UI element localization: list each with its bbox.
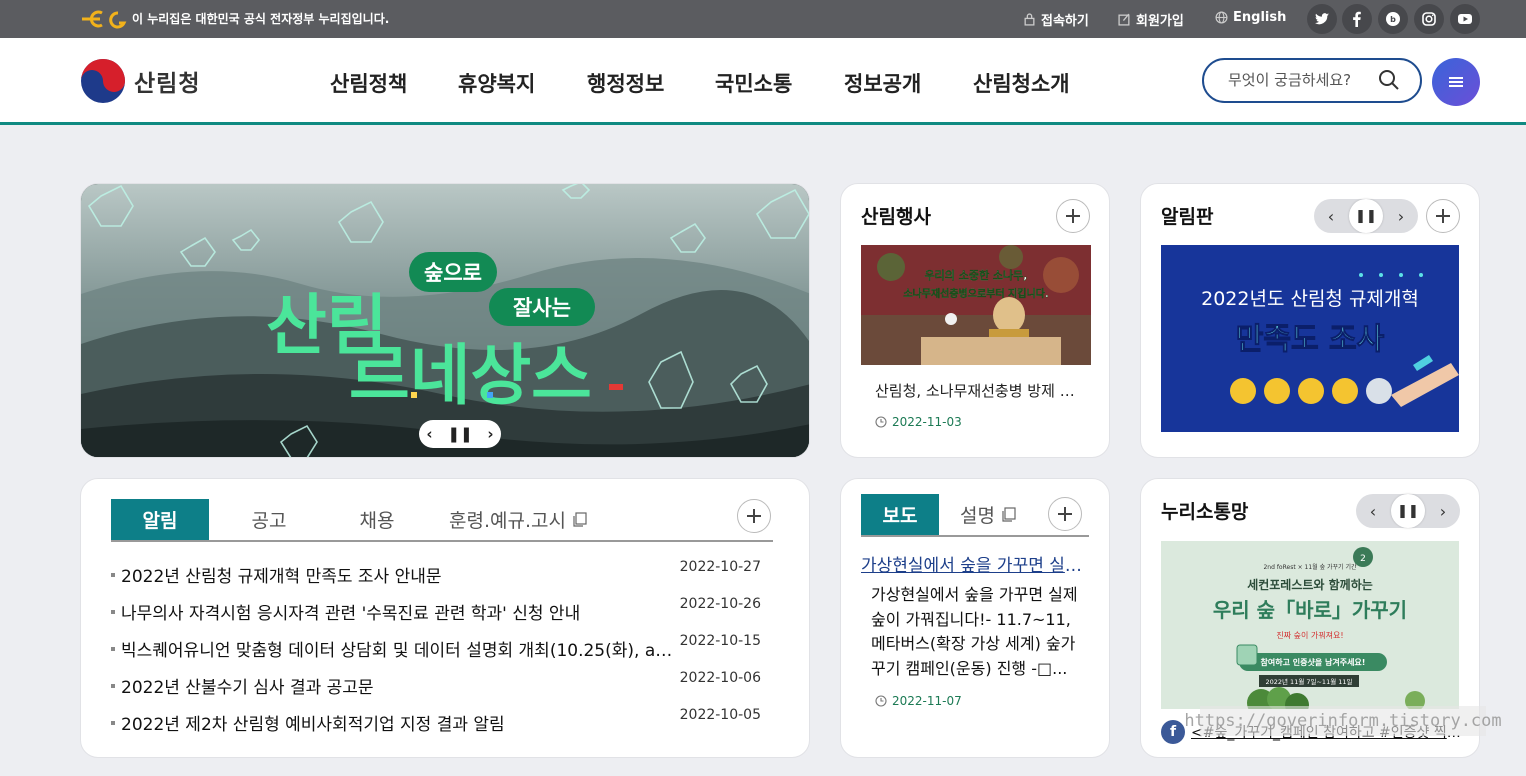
hamburger-icon <box>1449 75 1463 89</box>
events-title: 산림행사 <box>861 206 931 228</box>
events-more-button[interactable] <box>1056 199 1090 233</box>
notices-tabs: 알림 공고 채용 훈령.예규.고시 <box>111 499 773 542</box>
next-arrow-icon[interactable]: › <box>1426 494 1460 528</box>
board-poster[interactable]: 2022년도 산림청 규제개혁 만족도 조사 <box>1161 245 1459 432</box>
list-item[interactable]: 빅스퀘어유니언 맞춤형 데이터 상담회 및 데이터 설명회 개최(10.25(화… <box>111 633 761 670</box>
twitter-icon[interactable] <box>1307 4 1337 34</box>
youtube-icon[interactable] <box>1450 4 1480 34</box>
signup-link[interactable]: 회원가입 <box>1118 10 1184 29</box>
taegeuk-emblem-icon <box>81 59 125 103</box>
egov-logo-icon <box>82 10 127 29</box>
svg-text:b: b <box>1390 15 1396 24</box>
board-more-button[interactable] <box>1426 199 1460 233</box>
lock-icon <box>1024 13 1035 26</box>
banner-headline-2: 르네상스 <box>349 337 592 414</box>
gov-bar: 이 누리집은 대한민국 공식 전자정부 누리집입니다. 접속하기 회원가입 En… <box>0 0 1526 38</box>
sns-poster-sub: 진짜 숲이 가꿔져요! <box>1276 630 1343 640</box>
site-header: 산림청 산림정책 휴양복지 행정정보 국민소통 정보공개 산림청소개 <box>0 38 1526 125</box>
hamburger-menu-button[interactable] <box>1432 58 1480 106</box>
external-window-icon <box>573 512 587 527</box>
board-poster-line2: 만족도 조사 <box>1236 322 1385 357</box>
nav-public-communication[interactable]: 국민소통 <box>715 68 792 98</box>
svg-text:2: 2 <box>1360 554 1366 564</box>
prev-arrow-icon[interactable]: ‹ <box>1356 494 1390 528</box>
press-summary: 가상현실에서 숲을 가꾸면 실제 숲이 가꿔집니다!- 11.7~11, 메타버… <box>871 585 1078 678</box>
clock-icon <box>875 695 887 707</box>
next-arrow-icon[interactable]: › <box>1384 199 1418 233</box>
banner-slide-controls: ‹ ❚❚ › <box>419 420 501 448</box>
logo-text: 산림청 <box>134 71 201 97</box>
events-photo-caption-2: 소나무재선충병으로부터 지킵니다. <box>903 287 1048 300</box>
events-item-title[interactable]: 산림청, 소나무재선충병 방제 강화 <box>875 380 1075 401</box>
pause-icon[interactable]: ❚❚ <box>1391 494 1425 528</box>
tab-announcement[interactable]: 공고 <box>219 499 319 540</box>
nav-admin-info[interactable]: 행정정보 <box>587 68 664 98</box>
pause-icon[interactable]: ❚❚ <box>1349 199 1383 233</box>
events-photo[interactable]: 우리의 소중한 소나무, 소나무재선충병으로부터 지킵니다. <box>861 245 1091 365</box>
tab-regulations[interactable]: 훈령.예규.고시 <box>433 499 603 540</box>
prev-arrow-icon[interactable]: ‹ <box>426 425 432 443</box>
facebook-icon[interactable] <box>1342 4 1372 34</box>
site-logo[interactable]: 산림청 <box>80 58 200 104</box>
nav-forest-policy[interactable]: 산림정책 <box>330 68 407 98</box>
search-icon[interactable] <box>1378 69 1400 91</box>
main-banner[interactable]: 숲으로 잘사는 산림 르네상스 ‹ ❚❚ › <box>80 183 810 458</box>
sns-poster-main-1: 세컨포레스트와 함께하는 <box>1247 577 1373 592</box>
list-item[interactable]: 나무의사 자격시험 응시자격 관련 '수목진료 관련 학과' 신청 안내 2022… <box>111 596 761 633</box>
tab-recruitment[interactable]: 채용 <box>327 499 427 540</box>
external-window-icon <box>1002 507 1016 522</box>
english-link[interactable]: English <box>1215 10 1286 25</box>
board-slide-controls: ‹ ❚❚ › <box>1314 199 1418 233</box>
sns-poster-top: 2nd foRest × 11월 숲 가꾸기 기간 <box>1263 563 1357 571</box>
board-poster-line1: 2022년도 산림청 규제개혁 <box>1201 288 1419 310</box>
nav-recreation-welfare[interactable]: 휴양복지 <box>458 68 535 98</box>
banner-headline-small-2: 잘사는 <box>513 296 571 320</box>
notices-list: 2022년 산림청 규제개혁 만족도 조사 안내문 2022-10-27 나무의사… <box>111 559 761 744</box>
instagram-icon[interactable] <box>1414 4 1444 34</box>
search-input[interactable] <box>1228 71 1378 89</box>
events-item-date: 2022-11-03 <box>875 415 962 429</box>
events-card: 산림행사 우리의 소중한 소나무, 소나무재선충병으로부터 지킵니다. 산림청,… <box>840 183 1110 458</box>
notices-card: 알림 공고 채용 훈령.예규.고시 2022년 산림청 규제개혁 만족도 조사 … <box>80 478 810 758</box>
pause-icon[interactable]: ❚❚ <box>447 425 472 443</box>
globe-icon <box>1215 11 1228 24</box>
edit-icon <box>1118 13 1130 26</box>
watermark: https://goverinform.tistory.com <box>1184 706 1502 736</box>
sns-slide-controls: ‹ ❚❚ › <box>1356 494 1460 528</box>
sns-poster[interactable]: 2 2nd foRest × 11월 숲 가꾸기 기간 세컨포레스트와 함께하는… <box>1161 541 1459 709</box>
blog-icon[interactable]: b <box>1378 4 1408 34</box>
notices-more-button[interactable] <box>737 499 771 533</box>
list-item[interactable]: 2022년 산불수기 심사 결과 공고문 2022-10-06 <box>111 670 761 707</box>
tab-explanation[interactable]: 설명 <box>943 494 1033 535</box>
list-item[interactable]: 2022년 산림청 규제개혁 만족도 조사 안내문 2022-10-27 <box>111 559 761 596</box>
gov-notice: 이 누리집은 대한민국 공식 전자정부 누리집입니다. <box>132 12 390 26</box>
nav-about[interactable]: 산림청소개 <box>973 68 1070 98</box>
sns-poster-date: 2022년 11월 7일~11월 11일 <box>1265 677 1352 686</box>
sns-title: 누리소통망 <box>1161 501 1249 523</box>
press-headline-link[interactable]: 가상현실에서 숲을 가꾸면 실제 숲이 가꿔집니다 <box>861 551 1087 576</box>
press-card: 보도 설명 가상현실에서 숲을 가꾸면 실제 숲이 가꿔집니다 가상현실에서 숲… <box>840 478 1110 758</box>
sns-poster-main-2: 우리 숲「바로」가꾸기 <box>1213 598 1407 622</box>
prev-arrow-icon[interactable]: ‹ <box>1314 199 1348 233</box>
banner-headline-small-1: 숲으로 <box>424 261 482 285</box>
banner-mountain-image: 숲으로 잘사는 산림 르네상스 <box>81 184 809 457</box>
press-date: 2022-11-07 <box>875 694 962 708</box>
events-photo-caption-1: 우리의 소중한 소나무, <box>925 268 1028 282</box>
board-title: 알림판 <box>1161 206 1214 228</box>
facebook-icon: f <box>1161 720 1185 744</box>
board-card: 알림판 ‹ ❚❚ › 2022년도 산림청 규제개혁 만족도 조사 <box>1140 183 1480 458</box>
press-more-button[interactable] <box>1048 497 1082 531</box>
tab-press-release[interactable]: 보도 <box>861 494 939 535</box>
nav-info-disclosure[interactable]: 정보공개 <box>844 68 921 98</box>
clock-icon <box>875 416 887 428</box>
next-arrow-icon[interactable]: › <box>487 425 493 443</box>
sns-poster-button: 참여하고 인증샷을 남겨주세요! <box>1261 657 1366 667</box>
list-item[interactable]: 2022년 제2차 산림형 예비사회적기업 지정 결과 알림 2022-10-05 <box>111 707 761 744</box>
search-box <box>1202 58 1422 103</box>
tab-notice[interactable]: 알림 <box>111 499 209 540</box>
login-link[interactable]: 접속하기 <box>1023 10 1089 29</box>
